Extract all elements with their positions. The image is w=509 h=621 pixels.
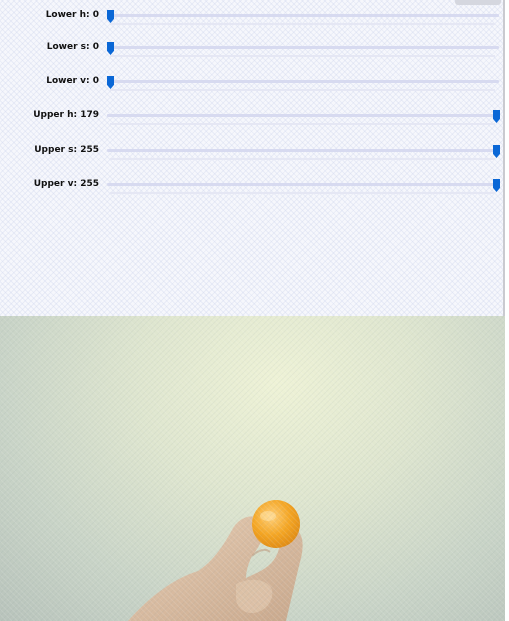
trackbar-thumb[interactable] [493, 145, 500, 158]
trackbar-thumb[interactable] [493, 179, 500, 192]
trackbar-thumb[interactable] [493, 110, 500, 123]
trackbar-groove [110, 89, 495, 91]
trackbar-label: Upper h: 179 [33, 110, 99, 120]
trackbar-groove [110, 55, 495, 57]
trackbar-thumb[interactable] [107, 76, 114, 89]
trackbar-groove [110, 158, 495, 160]
camera-feed [0, 316, 509, 621]
trackbar-label: Lower v: 0 [46, 76, 99, 86]
trackbar-groove [110, 23, 495, 25]
trackbar-groove [110, 192, 495, 194]
trackbar-upper-s[interactable]: Upper s: 255 [0, 143, 505, 163]
opencv-window: Lower h: 0 Lower s: 0 Lower v: 0 Upper h… [0, 0, 509, 621]
trackbar-thumb[interactable] [107, 10, 114, 23]
trackbar-track[interactable] [107, 183, 499, 186]
trackbar-track[interactable] [107, 149, 499, 152]
trackbar-label: Upper v: 255 [33, 179, 99, 189]
trackbar-upper-v[interactable]: Upper v: 255 [0, 177, 505, 197]
ball-highlight [260, 511, 276, 521]
trackbar-lower-s[interactable]: Lower s: 0 [0, 40, 505, 60]
trackbar-lower-v[interactable]: Lower v: 0 [0, 74, 505, 94]
trackbar-thumb[interactable] [107, 42, 114, 55]
trackbar-lower-h[interactable]: Lower h: 0 [0, 8, 505, 28]
camera-frame-image [128, 500, 303, 621]
trackbar-label: Lower s: 0 [46, 42, 99, 52]
trackbar-track[interactable] [107, 14, 499, 17]
trackbar-track[interactable] [107, 46, 499, 49]
trackbar-label: Lower h: 0 [45, 10, 99, 20]
orange-ball [252, 500, 300, 548]
trackbar-panel: Lower h: 0 Lower s: 0 Lower v: 0 Upper h… [0, 0, 505, 316]
window-edge [455, 0, 501, 5]
trackbar-track[interactable] [107, 114, 499, 117]
trackbar-groove [110, 123, 495, 125]
trackbar-track[interactable] [107, 80, 499, 83]
trackbar-upper-h[interactable]: Upper h: 179 [0, 108, 505, 128]
trackbar-label: Upper s: 255 [34, 145, 99, 155]
